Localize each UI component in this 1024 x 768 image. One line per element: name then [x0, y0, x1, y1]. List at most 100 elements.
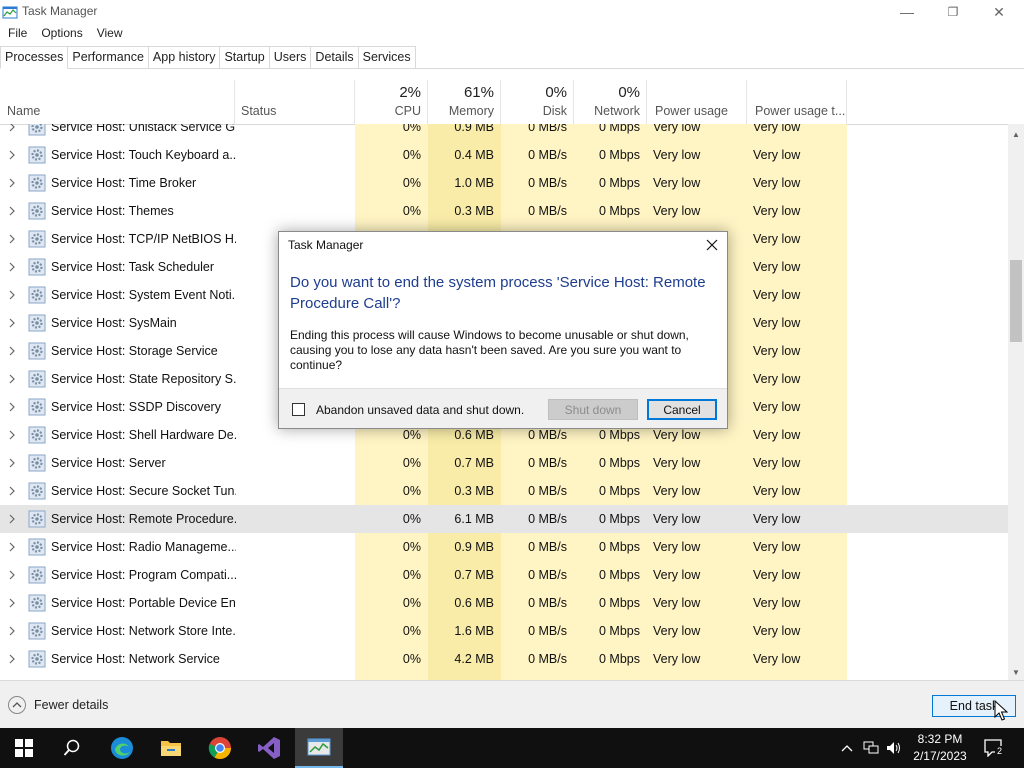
chevron-right-icon[interactable]: [8, 290, 16, 300]
network-value: 0 Mbps: [599, 124, 640, 134]
restore-button[interactable]: ❐: [930, 0, 976, 24]
cpu-value: 0%: [402, 204, 421, 218]
column-name-label: Name: [7, 104, 41, 118]
chevron-right-icon[interactable]: [8, 654, 16, 664]
chevron-right-icon[interactable]: [8, 124, 16, 132]
chevron-right-icon[interactable]: [8, 402, 16, 412]
chrome-icon[interactable]: [196, 728, 244, 768]
abandon-data-label[interactable]: Abandon unsaved data and shut down.: [316, 403, 524, 417]
power-trend-value: Very low: [753, 568, 801, 582]
fewer-details-link[interactable]: Fewer details: [8, 696, 108, 714]
dialog-close-button[interactable]: [701, 235, 723, 255]
visual-studio-icon[interactable]: [245, 728, 293, 768]
chevron-right-icon[interactable]: [8, 318, 16, 328]
power-value: Very low: [653, 148, 701, 162]
menu-options[interactable]: Options: [37, 24, 86, 44]
cpu-value: 0%: [402, 176, 421, 190]
chevron-right-icon[interactable]: [8, 234, 16, 244]
minimize-button[interactable]: —: [884, 0, 930, 24]
tab-processes[interactable]: Processes: [0, 46, 69, 69]
column-status[interactable]: Status: [235, 80, 355, 124]
scrollbar-thumb[interactable]: [1010, 260, 1022, 342]
column-network[interactable]: 0% Network: [574, 80, 647, 124]
tab-services[interactable]: Services: [357, 46, 416, 68]
cpu-total: 2%: [399, 84, 421, 101]
chevron-right-icon[interactable]: [8, 430, 16, 440]
column-cpu[interactable]: 2% CPU: [355, 80, 428, 124]
chevron-right-icon[interactable]: [8, 178, 16, 188]
process-name: Service Host: SysMain: [51, 316, 177, 330]
tab-app-history[interactable]: App history: [147, 46, 221, 68]
tab-details[interactable]: Details: [310, 46, 359, 68]
network-icon[interactable]: [861, 728, 881, 768]
volume-icon[interactable]: [884, 728, 904, 768]
tab-users[interactable]: Users: [268, 46, 312, 68]
process-name: Service Host: Radio Manageme...: [51, 540, 236, 554]
task-manager-icon[interactable]: [295, 728, 343, 768]
power-value: Very low: [653, 176, 701, 190]
process-name: Service Host: Shell Hardware De...: [51, 428, 236, 442]
cpu-value: 0%: [402, 652, 421, 666]
chevron-right-icon[interactable]: [8, 150, 16, 160]
column-power-usage[interactable]: Power usage: [647, 80, 747, 124]
table-row[interactable]: Service Host: Time Broker 0% 1.0 MB 0 MB/s 0…: [0, 169, 1008, 197]
power-trend-value: Very low: [753, 372, 801, 386]
table-row[interactable]: Service Host: Remote Procedure... 0% 6.1 M…: [0, 505, 1008, 533]
cancel-button[interactable]: Cancel: [647, 399, 717, 420]
network-value: 0 Mbps: [599, 204, 640, 218]
tab-startup[interactable]: Startup: [219, 46, 270, 68]
chevron-right-icon[interactable]: [8, 542, 16, 552]
restore-icon: ❐: [947, 5, 959, 19]
cpu-value: 0%: [402, 624, 421, 638]
vertical-scrollbar[interactable]: ▲ ▼: [1008, 124, 1024, 680]
cpu-value: 0%: [402, 512, 421, 526]
chevron-right-icon[interactable]: [8, 458, 16, 468]
table-row[interactable]: Service Host: Secure Socket Tun... 0% 0.3 …: [0, 477, 1008, 505]
taskbar-clock[interactable]: 8:32 PM 2/17/2023: [904, 731, 976, 765]
column-power-trend[interactable]: Power usage t...: [747, 80, 847, 124]
table-row[interactable]: Service Host: Server 0% 0.7 MB 0 MB/s 0 Mbps…: [0, 449, 1008, 477]
column-memory[interactable]: 61% Memory: [428, 80, 501, 124]
edge-icon[interactable]: [98, 728, 146, 768]
chevron-right-icon[interactable]: [8, 598, 16, 608]
process-name: Service Host: Program Compati...: [51, 568, 236, 582]
table-row[interactable]: Service Host: Network Service 0% 4.2 MB 0 M…: [0, 645, 1008, 673]
windows-start-icon[interactable]: [0, 728, 48, 768]
table-row[interactable]: Service Host: Program Compati... 0% 0.7 MB…: [0, 561, 1008, 589]
chevron-right-icon[interactable]: [8, 486, 16, 496]
power-trend-value: Very low: [753, 176, 801, 190]
chevron-up-icon[interactable]: [838, 728, 856, 768]
disk-value: 0 MB/s: [528, 148, 567, 162]
table-row[interactable]: Service Host: Touch Keyboard a... 0% 0.4 M…: [0, 141, 1008, 169]
chevron-up-circle-icon: [8, 696, 26, 714]
table-row[interactable]: Service Host: Radio Manageme... 0% 0.9 MB 0…: [0, 533, 1008, 561]
chevron-right-icon[interactable]: [8, 346, 16, 356]
chevron-right-icon[interactable]: [8, 374, 16, 384]
abandon-data-checkbox[interactable]: [292, 403, 305, 416]
chevron-right-icon[interactable]: [8, 514, 16, 524]
scroll-down-icon[interactable]: ▼: [1008, 664, 1024, 680]
memory-value: 0.3 MB: [454, 204, 494, 218]
chevron-right-icon[interactable]: [8, 262, 16, 272]
power-value: Very low: [653, 652, 701, 666]
tab-performance[interactable]: Performance: [67, 46, 149, 68]
table-row[interactable]: Service Host: Portable Device En... 0% 0.6…: [0, 589, 1008, 617]
scroll-up-icon[interactable]: ▲: [1008, 126, 1024, 142]
service-gear-icon: [28, 510, 46, 528]
file-explorer-icon[interactable]: [147, 728, 195, 768]
notification-center-icon[interactable]: 2: [980, 728, 1008, 768]
chevron-right-icon[interactable]: [8, 206, 16, 216]
table-row[interactable]: Service Host: Unistack Service G... 0% 0.9…: [0, 124, 1008, 141]
process-name: Service Host: Storage Service: [51, 344, 218, 358]
process-name: Service Host: Network Service: [51, 652, 220, 666]
chevron-right-icon[interactable]: [8, 570, 16, 580]
table-row[interactable]: Service Host: Themes 0% 0.3 MB 0 MB/s 0 Mbps…: [0, 197, 1008, 225]
chevron-right-icon[interactable]: [8, 626, 16, 636]
table-row[interactable]: Service Host: Network Store Inte... 0% 1.6…: [0, 617, 1008, 645]
search-icon[interactable]: [48, 728, 96, 768]
menu-view[interactable]: View: [93, 24, 127, 44]
column-name[interactable]: Name: [0, 80, 235, 124]
menu-file[interactable]: File: [4, 24, 31, 44]
close-window-button[interactable]: ✕: [976, 0, 1022, 24]
column-disk[interactable]: 0% Disk: [501, 80, 574, 124]
